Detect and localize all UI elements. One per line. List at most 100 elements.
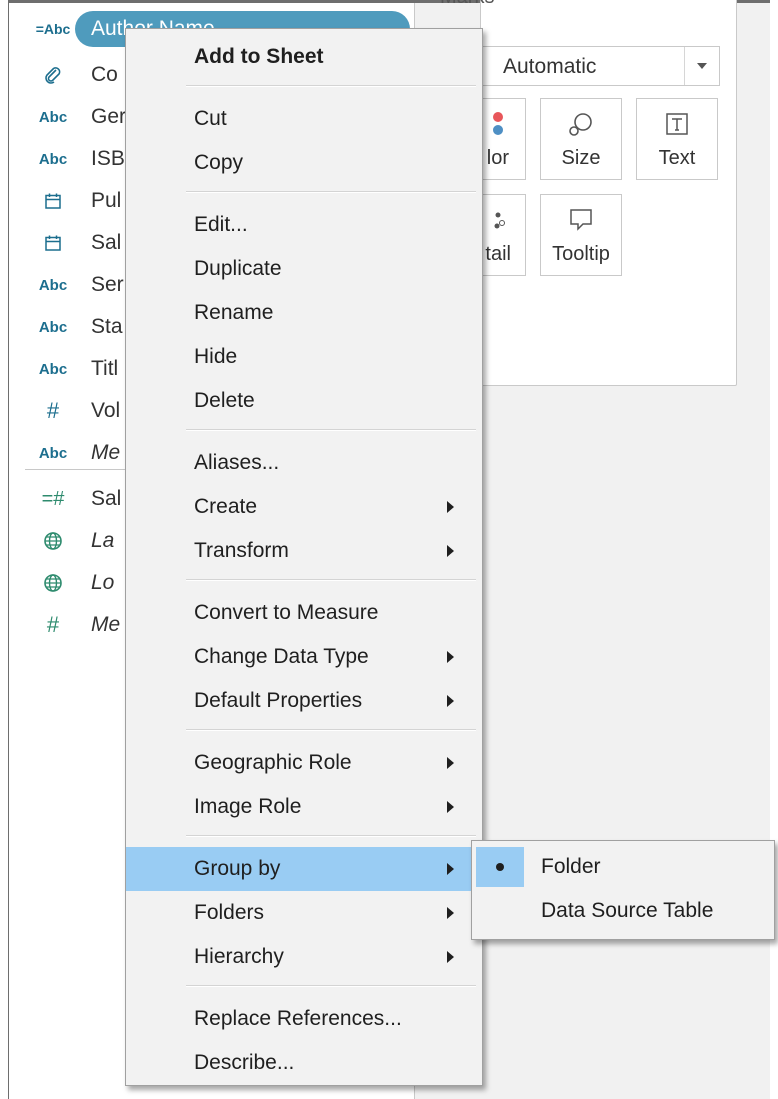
submenu-arrow-icon <box>447 951 454 963</box>
field-label: Pul <box>91 189 122 212</box>
menu-item-image-role[interactable]: Image Role <box>126 785 482 829</box>
submenu-arrow-icon <box>447 907 454 919</box>
tooltip-button-label: Tooltip <box>552 243 610 265</box>
menu-item-folders[interactable]: Folders <box>126 891 482 935</box>
string-type-icon: Abc <box>38 276 68 294</box>
menu-separator <box>186 85 476 87</box>
string-type-icon: Abc <box>38 444 68 462</box>
menu-item-label: Cut <box>194 107 227 130</box>
string-type-icon: Abc <box>38 150 68 168</box>
field-label: Me <box>91 613 121 636</box>
mark-type-dropdown[interactable]: Automatic <box>466 46 720 86</box>
menu-separator <box>186 429 476 431</box>
field-label: Co <box>91 63 118 86</box>
number-type-icon: # <box>46 398 60 423</box>
menu-item-cut[interactable]: Cut <box>126 97 482 141</box>
submenu-arrow-icon <box>447 863 454 875</box>
menu-item-label: Create <box>194 495 258 518</box>
menu-item-label: Edit... <box>194 213 248 236</box>
field-label: Me <box>91 441 121 464</box>
menu-item-convert-to-measure[interactable]: Convert to Measure <box>126 591 482 635</box>
menu-item-add-to-sheet[interactable]: Add to Sheet <box>126 35 482 79</box>
menu-item-default-properties[interactable]: Default Properties <box>126 679 482 723</box>
menu-item-delete[interactable]: Delete <box>126 379 482 423</box>
menu-item-label: Default Properties <box>194 689 363 712</box>
field-label: Ser <box>91 273 124 296</box>
submenu-arrow-icon <box>447 651 454 663</box>
field-label: Sal <box>91 231 122 254</box>
menu-item-label: Aliases... <box>194 451 280 474</box>
menu-item-rename[interactable]: Rename <box>126 291 482 335</box>
field-label: Vol <box>91 399 121 422</box>
globe-icon <box>29 521 77 561</box>
field-context-menu: Add to Sheet Cut Copy Edit... Duplicate … <box>125 28 483 1086</box>
submenu-item-folder[interactable]: Folder <box>472 845 774 889</box>
submenu-item-label: Folder <box>541 855 601 878</box>
menu-item-copy[interactable]: Copy <box>126 141 482 185</box>
number-type-icon: # <box>46 612 60 637</box>
string-type-icon: Abc <box>38 318 68 336</box>
calendar-icon <box>29 181 77 221</box>
menu-item-replace-references[interactable]: Replace References... <box>126 997 482 1041</box>
field-label: Titl <box>91 357 119 380</box>
menu-item-transform[interactable]: Transform <box>126 529 482 573</box>
menu-item-label: Add to Sheet <box>194 45 324 68</box>
measure-calc-number-icon: =# <box>41 487 65 510</box>
selected-check-indicator <box>476 847 524 887</box>
paperclip-icon <box>29 55 77 95</box>
menu-item-label: Transform <box>194 539 289 562</box>
menu-item-label: Rename <box>194 301 274 324</box>
size-icon <box>541 111 621 137</box>
menu-item-create[interactable]: Create <box>126 485 482 529</box>
size-button-label: Size <box>561 147 601 169</box>
menu-item-change-data-type[interactable]: Change Data Type <box>126 635 482 679</box>
string-type-icon: Abc <box>38 108 68 126</box>
menu-separator <box>186 729 476 731</box>
submenu-item-label: Data Source Table <box>541 899 714 922</box>
text-button[interactable]: Text <box>636 98 718 180</box>
bullet-icon <box>496 863 504 871</box>
size-button[interactable]: Size <box>540 98 622 180</box>
field-label: Sal <box>91 487 122 510</box>
menu-item-label: Folders <box>194 901 265 924</box>
field-label: Sta <box>91 315 123 338</box>
submenu-arrow-icon <box>447 757 454 769</box>
menu-item-group-by[interactable]: Group by <box>126 847 482 891</box>
menu-item-edit[interactable]: Edit... <box>126 203 482 247</box>
menu-item-label: Geographic Role <box>194 751 352 774</box>
menu-separator <box>186 579 476 581</box>
dimension-calc-string-icon: =Abc <box>35 21 71 37</box>
menu-item-label: Hide <box>194 345 238 368</box>
menu-item-label: Duplicate <box>194 257 282 280</box>
menu-item-geographic-role[interactable]: Geographic Role <box>126 741 482 785</box>
chevron-down-icon[interactable] <box>684 47 719 85</box>
submenu-item-data-source-table[interactable]: Data Source Table <box>472 889 774 933</box>
menu-item-label: Convert to Measure <box>194 601 379 624</box>
menu-item-label: Replace References... <box>194 1007 402 1030</box>
mark-type-value: Automatic <box>503 55 597 78</box>
menu-item-label: Image Role <box>194 795 302 818</box>
tooltip-button[interactable]: Tooltip <box>540 194 622 276</box>
group-by-submenu: Folder Data Source Table <box>471 840 775 940</box>
field-label: Ger <box>91 105 127 128</box>
menu-item-label: Hierarchy <box>194 945 284 968</box>
menu-item-describe[interactable]: Describe... <box>126 1041 482 1085</box>
menu-separator <box>186 985 476 987</box>
menu-separator <box>186 191 476 193</box>
menu-item-hierarchy[interactable]: Hierarchy <box>126 935 482 979</box>
globe-icon <box>29 563 77 603</box>
text-icon <box>637 111 717 137</box>
field-label: ISB <box>91 147 125 170</box>
submenu-arrow-icon <box>447 545 454 557</box>
menu-item-aliases[interactable]: Aliases... <box>126 441 482 485</box>
menu-item-duplicate[interactable]: Duplicate <box>126 247 482 291</box>
menu-item-hide[interactable]: Hide <box>126 335 482 379</box>
field-label: Lo <box>91 571 115 594</box>
menu-item-label: Group by <box>194 857 281 880</box>
calendar-icon <box>29 223 77 263</box>
field-label: La <box>91 529 115 552</box>
menu-item-label: Copy <box>194 151 244 174</box>
submenu-arrow-icon <box>447 501 454 513</box>
menu-item-label: Describe... <box>194 1051 295 1074</box>
window-left-border <box>0 0 9 1099</box>
